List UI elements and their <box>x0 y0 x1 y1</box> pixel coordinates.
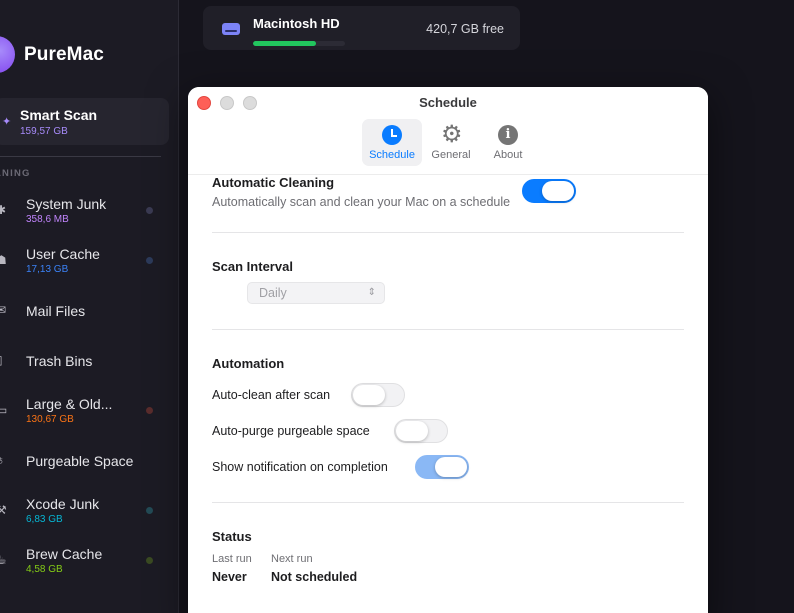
sidebar-item-large-old[interactable]: ▭ Large & Old... 130,67 GB <box>0 394 179 434</box>
sparkle-icon: ✦ <box>2 116 12 128</box>
sidebar: PureMac ✦ Smart Scan 159,57 GB ANING ✱ S… <box>0 0 179 613</box>
gear-icon: ⚙ <box>441 121 463 148</box>
tab-about[interactable]: i About <box>484 119 532 166</box>
info-icon: i <box>498 125 518 145</box>
automation-title: Automation <box>212 356 285 371</box>
sidebar-item-size: 6,83 GB <box>26 514 63 525</box>
tab-general[interactable]: ⚙ General <box>424 119 478 166</box>
sidebar-item-user-cache[interactable]: ☗ User Cache 17,13 GB <box>0 244 179 284</box>
sidebar-item-size: 358,6 MB <box>26 214 69 225</box>
notification-toggle[interactable] <box>415 455 469 479</box>
mug-icon: ☕ <box>0 553 7 567</box>
document-icon: ▭ <box>0 403 8 417</box>
sidebar-item-label: Xcode Junk <box>26 496 100 512</box>
next-run-label: Next run <box>271 553 313 565</box>
sidebar-item-label: System Junk <box>26 196 107 212</box>
scan-interval-title: Scan Interval <box>212 259 293 274</box>
sidebar-item-label: Brew Cache <box>26 546 103 562</box>
clock-icon <box>382 125 402 145</box>
disk-free-space: 420,7 GB free <box>426 22 504 36</box>
status-dot <box>146 257 153 264</box>
sidebar-item-size: 4,58 GB <box>26 564 63 575</box>
toggle-knob <box>396 421 428 441</box>
mail-icon: ✉ <box>0 303 7 317</box>
status-dot <box>146 557 153 564</box>
schedule-window: Schedule Schedule ⚙ General i About Auto… <box>188 87 708 613</box>
gear-icon: ✱ <box>0 203 7 217</box>
last-run-label: Last run <box>212 553 252 565</box>
sidebar-item-label: Large & Old... <box>26 396 113 412</box>
auto-purge-label: Auto-purge purgeable space <box>212 424 370 438</box>
status-dot <box>146 407 153 414</box>
cache-icon: ☗ <box>0 253 7 267</box>
app-name: PureMac <box>24 44 104 65</box>
sidebar-section-label: ANING <box>0 168 31 179</box>
toggle-knob <box>353 385 385 405</box>
disk-usage-fill <box>253 41 316 46</box>
app-logo-icon <box>0 36 15 73</box>
tab-label: Schedule <box>369 149 415 161</box>
auto-clean-label: Auto-clean after scan <box>212 388 331 402</box>
sidebar-item-size: 17,13 GB <box>26 264 69 275</box>
window-toolbar: Schedule Schedule ⚙ General i About <box>188 87 708 175</box>
sidebar-item-smart-scan[interactable]: ✦ Smart Scan 159,57 GB <box>0 98 169 145</box>
scan-interval-value: Daily <box>259 286 287 300</box>
sidebar-divider <box>0 156 161 157</box>
status-dot <box>146 507 153 514</box>
sidebar-item-trash-bins[interactable]: ▯ Trash Bins <box>0 344 179 384</box>
trash-icon: ▯ <box>0 353 3 367</box>
purge-icon: ♁ <box>0 453 5 467</box>
chevron-updown-icon: ⇕ <box>367 287 376 298</box>
sidebar-item-label: User Cache <box>26 246 100 262</box>
auto-clean-toggle[interactable] <box>351 383 405 407</box>
disk-name: Macintosh HD <box>253 16 340 31</box>
sidebar-item-purgeable-space[interactable]: ♁ Purgeable Space <box>0 444 179 484</box>
status-dot <box>146 207 153 214</box>
sidebar-item-label: Trash Bins <box>26 353 93 369</box>
window-title: Schedule <box>419 95 477 110</box>
hammer-icon: ⚒ <box>0 503 7 517</box>
divider <box>212 232 684 233</box>
toggle-knob <box>435 457 467 477</box>
tab-label: General <box>431 149 471 161</box>
disk-card: Macintosh HD 420,7 GB free <box>203 6 520 50</box>
sidebar-item-size: 130,67 GB <box>26 414 74 425</box>
notification-label: Show notification on completion <box>212 460 388 474</box>
sidebar-item-label: Purgeable Space <box>26 453 134 469</box>
sidebar-item-system-junk[interactable]: ✱ System Junk 358,6 MB <box>0 194 179 234</box>
status-title: Status <box>212 529 252 544</box>
toggle-knob <box>542 181 574 201</box>
automatic-cleaning-description: Automatically scan and clean your Mac on… <box>212 195 511 209</box>
auto-purge-toggle[interactable] <box>394 419 448 443</box>
disk-icon <box>222 23 240 35</box>
last-run-value: Never <box>212 570 247 584</box>
automatic-cleaning-title: Automatic Cleaning <box>212 175 335 190</box>
sidebar-item-mail-files[interactable]: ✉ Mail Files <box>0 294 179 334</box>
tab-label: About <box>493 149 523 161</box>
sidebar-item-brew-cache[interactable]: ☕ Brew Cache 4,58 GB <box>0 544 179 584</box>
tab-schedule[interactable]: Schedule <box>362 119 422 166</box>
sidebar-item-size: 159,57 GB <box>20 126 68 137</box>
automatic-cleaning-toggle[interactable] <box>522 179 576 203</box>
sidebar-item-xcode-junk[interactable]: ⚒ Xcode Junk 6,83 GB <box>0 494 179 534</box>
divider <box>212 502 684 503</box>
disk-usage-bar <box>253 41 345 46</box>
scan-interval-select[interactable]: Daily ⇕ <box>247 282 385 304</box>
divider <box>212 329 684 330</box>
next-run-value: Not scheduled <box>271 570 358 584</box>
sidebar-item-label: Mail Files <box>26 303 86 319</box>
sidebar-item-label: Smart Scan <box>20 107 98 123</box>
